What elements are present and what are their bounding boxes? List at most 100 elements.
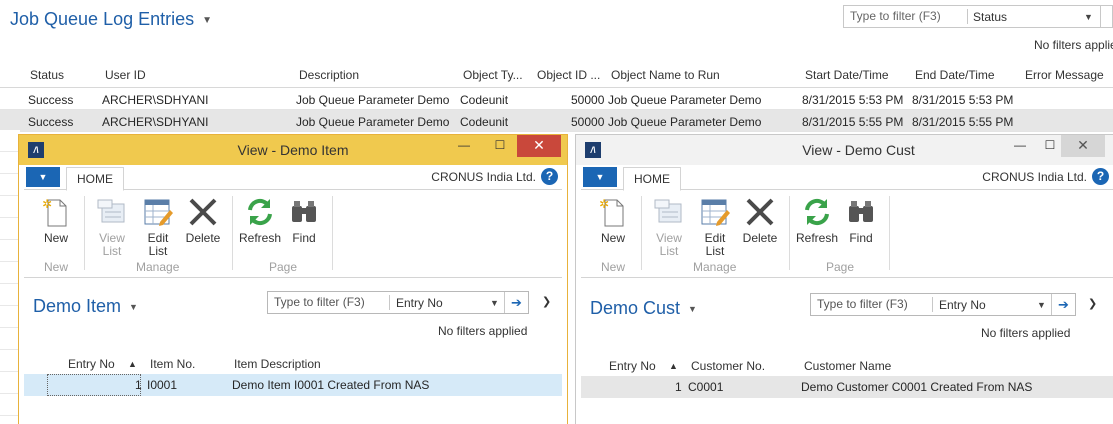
ribbon: ✲ New View List Edit List Delete Refresh… (581, 190, 1113, 278)
refresh-button[interactable]: Refresh (238, 196, 282, 245)
group-label-new: New (601, 260, 626, 274)
view-list-label-line1: View (656, 231, 682, 245)
window-demo-cust[interactable]: /\ View - Demo Cust — ☐ ✕ ▼ HOME CRONUS … (575, 134, 1113, 424)
group-label-manage: Manage (693, 260, 737, 274)
chevron-down-icon[interactable]: ▼ (202, 15, 212, 26)
filter-box[interactable]: Type to filter (F3) Entry No ▼ ➔ (267, 291, 529, 314)
column-header-object-type[interactable]: Object Ty... (463, 68, 523, 82)
group-label-page: Page (826, 260, 855, 274)
column-header-user-id[interactable]: User ID (105, 68, 146, 82)
no-filters-label: No filters applied (981, 326, 1071, 340)
view-list-button[interactable]: View List (92, 196, 132, 258)
chevron-down-icon[interactable]: ▼ (1084, 12, 1100, 22)
new-button[interactable]: ✲ New (595, 196, 631, 245)
help-icon[interactable]: ? (1092, 168, 1109, 185)
refresh-button[interactable]: Refresh (795, 196, 839, 245)
delete-button-label: Delete (742, 231, 778, 245)
help-icon[interactable]: ? (541, 168, 558, 185)
cell-start-datetime: 8/31/2015 5:55 PM (802, 115, 904, 129)
table-header: Status User ID Description Object Ty... … (0, 64, 1113, 88)
tab-home[interactable]: HOME (623, 167, 681, 191)
collapse-chevron-icon[interactable]: ❯ (1088, 297, 1097, 310)
table-row[interactable]: Success ARCHER\SDHYANI Job Queue Paramet… (0, 88, 1113, 110)
list-title[interactable]: Demo Item ▼ (33, 296, 138, 317)
column-header-customer-no[interactable]: Customer No. (691, 359, 765, 373)
cell-object-type: Codeunit (460, 93, 509, 107)
list-title[interactable]: Demo Cust ▼ (590, 298, 697, 319)
group-label-page: Page (269, 260, 298, 274)
column-header-item-description[interactable]: Item Description (234, 357, 321, 371)
arrow-right-icon[interactable]: ➔ (504, 292, 528, 313)
list-title-text: Demo Cust (590, 298, 681, 318)
delete-icon (187, 196, 219, 228)
filter-box[interactable]: Type to filter (F3) Entry No ▼ ➔ (810, 293, 1076, 316)
column-header-customer-name[interactable]: Customer Name (804, 359, 891, 373)
table-row[interactable]: Success ARCHER\SDHYANI Job Queue Paramet… (0, 110, 1113, 132)
tab-home[interactable]: HOME (66, 167, 124, 191)
view-list-icon (96, 196, 128, 228)
filter-field-select[interactable]: Entry No (390, 296, 490, 310)
cell-user-id: ARCHER\SDHYANI (102, 115, 209, 129)
edit-list-icon (142, 196, 174, 228)
column-header-object-id[interactable]: Object ID ... (537, 68, 600, 82)
chevron-down-icon[interactable]: ▼ (688, 304, 697, 314)
filter-box[interactable]: Type to filter (F3) Status ▼ (843, 5, 1113, 28)
edit-list-label-line1: Edit (147, 231, 169, 245)
group-divider (641, 196, 642, 270)
column-header-object-name[interactable]: Object Name to Run (611, 68, 720, 82)
find-button[interactable]: Find (288, 196, 320, 245)
chevron-down-icon[interactable]: ▼ (1037, 300, 1051, 310)
filter-input[interactable]: Type to filter (F3) (811, 297, 933, 312)
edit-list-button[interactable]: Edit List (138, 196, 178, 258)
column-header-description[interactable]: Description (299, 68, 359, 82)
chevron-down-icon[interactable]: ▼ (490, 298, 504, 308)
edit-list-button[interactable]: Edit List (695, 196, 735, 258)
find-button[interactable]: Find (845, 196, 877, 245)
cell-entry-no: 1 (675, 380, 682, 394)
column-header-item-no[interactable]: Item No. (150, 357, 195, 371)
view-list-label-line1: View (99, 231, 125, 245)
page-title[interactable]: Job Queue Log Entries ▼ (10, 9, 212, 30)
minimize-button[interactable]: — (1005, 135, 1035, 157)
list-title-text: Demo Item (33, 296, 122, 316)
delete-button[interactable]: Delete (739, 196, 781, 245)
binoculars-icon (845, 196, 877, 228)
delete-button[interactable]: Delete (182, 196, 224, 245)
cell-entry-no: 1 (135, 378, 142, 392)
title-bar[interactable]: /\ View - Demo Cust — ☐ ✕ (576, 135, 1113, 165)
close-button[interactable]: ✕ (1061, 135, 1105, 157)
binoculars-icon (288, 196, 320, 228)
title-bar[interactable]: /\ View - Demo Item — ☐ ✕ (19, 135, 567, 165)
filter-input[interactable]: Type to filter (F3) (268, 295, 390, 310)
view-list-button[interactable]: View List (649, 196, 689, 258)
column-header-start-datetime[interactable]: Start Date/Time (805, 68, 889, 82)
refresh-button-label: Refresh (238, 231, 282, 245)
application-menu-button[interactable]: ▼ (583, 167, 617, 187)
list-row[interactable]: 1 C0001 Demo Customer C0001 Created From… (581, 376, 1113, 398)
list-row[interactable]: 1 I0001 Demo Item I0001 Created From NAS (24, 374, 562, 396)
refresh-icon (244, 196, 276, 228)
column-header-status[interactable]: Status (30, 68, 64, 82)
column-header-end-datetime[interactable]: End Date/Time (915, 68, 995, 82)
cell-object-id: 50000 (571, 93, 605, 107)
chevron-down-icon[interactable]: ▼ (129, 302, 138, 312)
column-header-entry-no[interactable]: Entry No (68, 357, 115, 371)
view-list-icon (653, 196, 685, 228)
new-button[interactable]: ✲ New (38, 196, 74, 245)
column-header-error-message[interactable]: Error Message (1025, 68, 1104, 82)
filter-input[interactable]: Type to filter (F3) (844, 9, 968, 24)
minimize-button[interactable]: — (449, 135, 479, 157)
filter-go-button[interactable] (1100, 6, 1112, 27)
column-header-entry-no[interactable]: Entry No (609, 359, 656, 373)
cell-item-description: Demo Item I0001 Created From NAS (232, 378, 430, 392)
arrow-right-icon[interactable]: ➔ (1051, 294, 1075, 315)
collapse-chevron-icon[interactable]: ❯ (542, 295, 551, 308)
group-label-manage: Manage (136, 260, 180, 274)
filter-field-select[interactable]: Status (968, 10, 1084, 24)
svg-text:✲: ✲ (42, 197, 52, 211)
close-button[interactable]: ✕ (517, 135, 561, 157)
window-demo-item[interactable]: /\ View - Demo Item — ☐ ✕ ▼ HOME CRONUS … (18, 134, 568, 424)
maximize-button[interactable]: ☐ (485, 135, 515, 157)
filter-field-select[interactable]: Entry No (933, 298, 1037, 312)
application-menu-button[interactable]: ▼ (26, 167, 60, 187)
